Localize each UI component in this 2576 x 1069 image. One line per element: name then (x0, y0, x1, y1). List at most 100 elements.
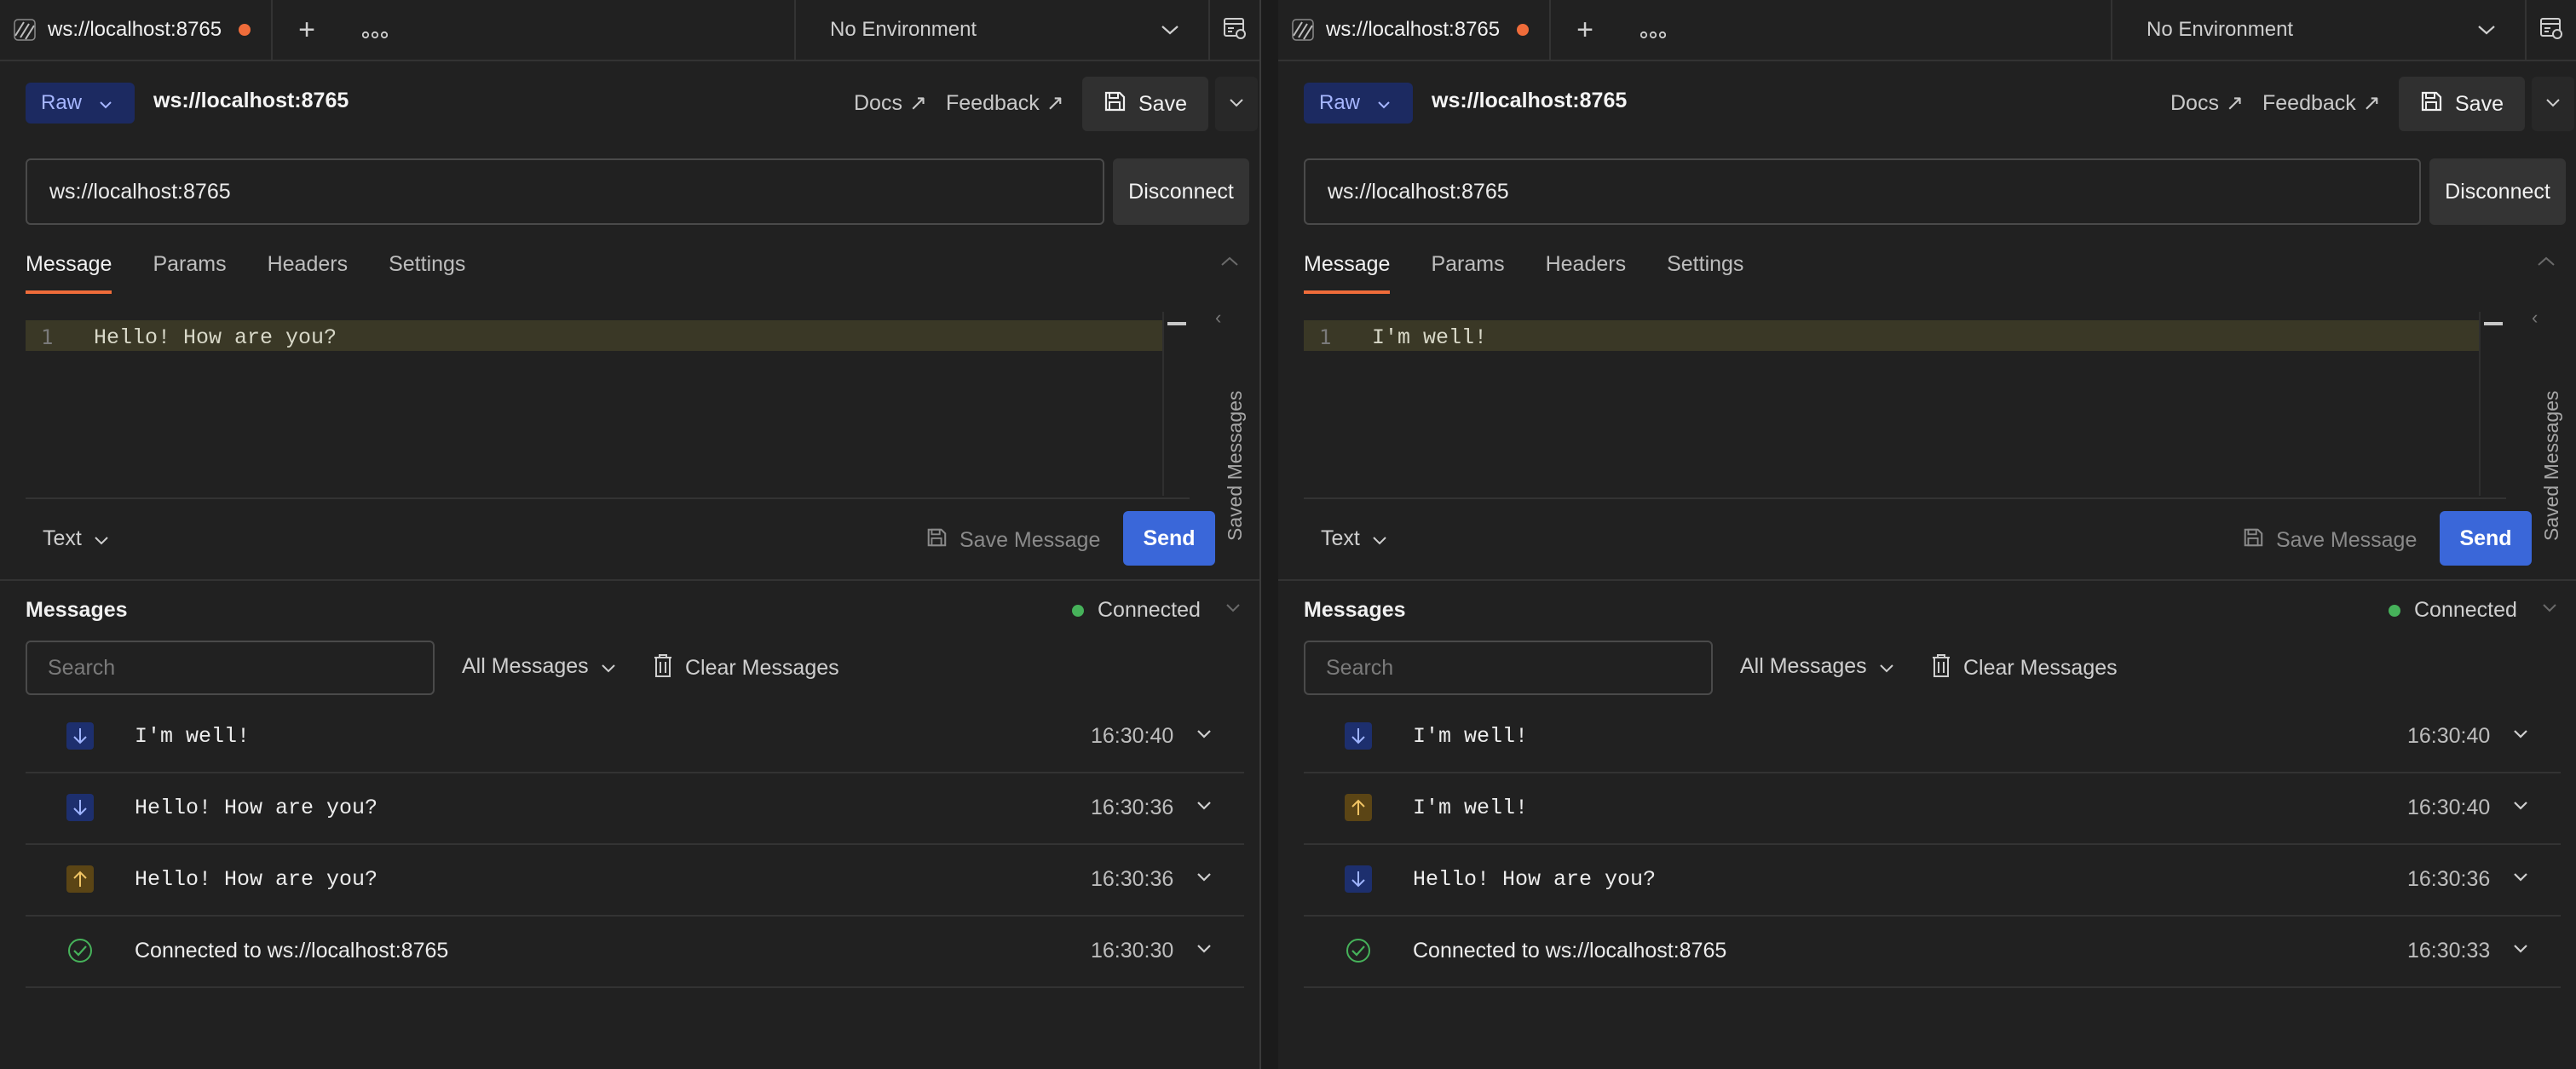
save-button[interactable]: Save (2399, 77, 2525, 131)
collapse-editor-button[interactable] (1220, 256, 1241, 273)
line-number: 1 (1319, 325, 1332, 349)
editor-scrollbar[interactable] (2479, 312, 2506, 496)
chevron-up-icon (1220, 256, 1239, 271)
mode-select[interactable]: Raw (1304, 83, 1413, 124)
editor-scrollbar[interactable] (1162, 312, 1190, 496)
clear-messages-button[interactable]: Clear Messages (1931, 652, 2118, 684)
external-link-icon: ↗ (1046, 91, 1064, 115)
message-row[interactable]: I'm well! 16:30:40 (26, 702, 1244, 773)
disconnect-button[interactable]: Disconnect (1113, 158, 1249, 225)
message-editor[interactable]: 1 I'm well! (1304, 312, 2506, 499)
message-time: 16:30:30 (1091, 939, 1174, 963)
message-row[interactable]: Hello! How are you? 16:30:36 (26, 773, 1244, 845)
expand-message-button[interactable] (1196, 942, 1212, 957)
tab-title: ws://localhost:8765 (1326, 18, 1501, 41)
expand-message-button[interactable] (1196, 799, 1212, 814)
messages-search-input[interactable]: Search (26, 641, 435, 695)
save-options-button[interactable] (1215, 77, 1258, 131)
url-input[interactable]: ws://localhost:8765 (1304, 158, 2421, 225)
tab-headers[interactable]: Headers (1546, 252, 1627, 277)
chevron-down-icon (2513, 799, 2528, 813)
arrow-down-icon (1345, 865, 1372, 893)
pane-splitter[interactable] (1259, 0, 1278, 1069)
save-button[interactable]: Save (1082, 77, 1208, 131)
message-row[interactable]: Hello! How are you? 16:30:36 (26, 845, 1244, 917)
more-tabs-button[interactable] (341, 0, 409, 60)
docs-link[interactable]: Docs ↗ (2170, 90, 2244, 116)
docs-label: Docs (2170, 90, 2219, 115)
message-row[interactable]: I'm well! 16:30:40 (1304, 773, 2561, 845)
request-subtabs: Message Params Headers Settings (1304, 252, 1743, 294)
message-editor[interactable]: 1 Hello! How are you? (26, 312, 1190, 499)
tab-headers[interactable]: Headers (268, 252, 349, 277)
tab-settings[interactable]: Settings (389, 252, 465, 277)
tab-settings[interactable]: Settings (1667, 252, 1743, 277)
message-filter-select[interactable]: All Messages (1740, 654, 1894, 679)
message-filter-select[interactable]: All Messages (462, 654, 616, 679)
environment-settings-button[interactable] (2527, 0, 2576, 60)
collapse-editor-button[interactable] (2537, 256, 2557, 273)
message-row[interactable]: Connected to ws://localhost:8765 16:30:3… (1304, 917, 2561, 988)
more-tabs-button[interactable] (1619, 0, 1687, 60)
format-select[interactable]: Text (1321, 526, 1387, 551)
new-tab-button[interactable]: + (1551, 0, 1619, 60)
message-text: Hello! How are you? (1413, 867, 1657, 892)
expand-message-button[interactable] (1196, 871, 1212, 886)
send-button[interactable]: Send (1123, 511, 1215, 566)
chevron-down-icon (1196, 871, 1212, 885)
external-link-icon: ↗ (908, 91, 927, 115)
url-input[interactable]: ws://localhost:8765 (26, 158, 1104, 225)
editor-content[interactable]: Hello! How are you? (94, 325, 337, 350)
tab-params[interactable]: Params (153, 252, 226, 277)
tab-message[interactable]: Message (1304, 252, 1391, 294)
environment-settings-icon (2539, 15, 2564, 45)
expand-message-button[interactable] (2513, 727, 2528, 743)
format-select[interactable]: Text (43, 526, 109, 551)
search-placeholder: Search (1326, 655, 1394, 680)
feedback-link[interactable]: Feedback ↗ (2262, 90, 2381, 116)
environment-settings-button[interactable] (1210, 0, 1259, 60)
more-icon (361, 14, 389, 47)
request-title[interactable]: ws://localhost:8765 (1432, 89, 1627, 113)
feedback-label: Feedback (2262, 90, 2356, 115)
collapse-messages-button[interactable] (2542, 601, 2557, 617)
chevron-down-icon (1377, 91, 1391, 115)
send-button[interactable]: Send (2440, 511, 2532, 566)
disconnect-button[interactable]: Disconnect (2429, 158, 2566, 225)
message-row[interactable]: Connected to ws://localhost:8765 16:30:3… (26, 917, 1244, 988)
messages-search-input[interactable]: Search (1304, 641, 1713, 695)
mode-select[interactable]: Raw (26, 83, 135, 124)
save-options-button[interactable] (2532, 77, 2574, 131)
message-row[interactable]: I'm well! 16:30:40 (1304, 702, 2561, 773)
message-time: 16:30:40 (2407, 796, 2491, 819)
floppy-disk-icon (2419, 89, 2443, 119)
save-message-button[interactable]: Save Message (2242, 526, 2417, 555)
environment-select[interactable]: No Environment (796, 0, 1210, 60)
chevron-up-icon (2537, 256, 2556, 271)
save-message-button[interactable]: Save Message (925, 526, 1100, 555)
clear-messages-button[interactable]: Clear Messages (653, 652, 839, 684)
chevron-down-icon (1225, 601, 1241, 616)
expand-message-button[interactable] (2513, 871, 2528, 886)
floppy-disk-icon (1103, 89, 1127, 119)
collapse-messages-button[interactable] (1225, 601, 1241, 617)
expand-message-button[interactable] (2513, 799, 2528, 814)
docs-link[interactable]: Docs ↗ (854, 90, 927, 116)
request-tab[interactable]: ws://localhost:8765 (0, 0, 273, 60)
tab-message[interactable]: Message (26, 252, 112, 294)
feedback-label: Feedback (946, 90, 1040, 115)
request-tab[interactable]: ws://localhost:8765 (1278, 0, 1551, 60)
websocket-icon (1290, 17, 1316, 43)
connected-dot-icon (1072, 604, 1084, 617)
editor-content[interactable]: I'm well! (1372, 325, 1487, 350)
environment-settings-icon (1222, 15, 1248, 45)
expand-message-button[interactable] (1196, 727, 1212, 743)
new-tab-button[interactable]: + (273, 0, 341, 60)
message-row[interactable]: Hello! How are you? 16:30:36 (1304, 845, 2561, 917)
request-title[interactable]: ws://localhost:8765 (153, 89, 349, 113)
feedback-link[interactable]: Feedback ↗ (946, 90, 1064, 116)
environment-label: No Environment (830, 18, 977, 41)
tab-params[interactable]: Params (1431, 252, 1504, 277)
expand-message-button[interactable] (2513, 942, 2528, 957)
environment-select[interactable]: No Environment (2112, 0, 2527, 60)
